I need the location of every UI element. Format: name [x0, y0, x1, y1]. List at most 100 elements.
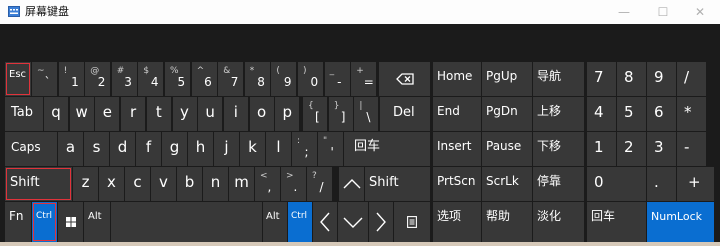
up-arrow-key[interactable]: [339, 167, 364, 201]
key-row4-symbol-0[interactable]: <,: [255, 167, 280, 201]
esc-key[interactable]: Esc: [5, 62, 31, 96]
numpad-2-key[interactable]: 2: [617, 132, 646, 166]
right-arrow-key[interactable]: [369, 202, 393, 242]
left-arrow-key[interactable]: [313, 202, 337, 242]
right-alt-key[interactable]: Alt: [263, 202, 287, 242]
numpad-plus-key[interactable]: +: [677, 167, 714, 201]
move-down-key[interactable]: 下移: [533, 132, 584, 166]
key-n[interactable]: n: [203, 167, 228, 201]
dock-key[interactable]: 停靠: [533, 167, 584, 201]
minimize-button[interactable]: —: [604, 0, 644, 24]
right-ctrl-key[interactable]: Ctrl: [288, 202, 312, 242]
tab-key[interactable]: Tab: [5, 97, 43, 131]
left-ctrl-key[interactable]: Ctrl: [32, 202, 57, 242]
close-button[interactable]: ✕: [680, 0, 720, 24]
key-j[interactable]: j: [214, 132, 239, 166]
key-g[interactable]: g: [162, 132, 187, 166]
key-row1-3[interactable]: #3: [111, 62, 137, 96]
key-row1-8[interactable]: * 8: [244, 62, 270, 96]
key-row1-10[interactable]: ) 0: [298, 62, 323, 96]
prtscn-key[interactable]: PrtScn: [433, 167, 481, 201]
left-alt-key[interactable]: Alt: [84, 202, 110, 242]
windows-key[interactable]: [58, 202, 83, 242]
right-shift-key[interactable]: Shift: [365, 167, 430, 201]
key-l[interactable]: l: [266, 132, 291, 166]
numpad-minus-key[interactable]: -: [677, 132, 706, 166]
key-m[interactable]: m: [229, 167, 254, 201]
key-row1-7[interactable]: & 7: [218, 62, 244, 96]
del-key[interactable]: Del: [380, 97, 430, 131]
caps-key[interactable]: Caps: [5, 132, 57, 166]
move-up-key[interactable]: 上移: [533, 97, 584, 131]
key-h[interactable]: h: [188, 132, 213, 166]
key-y[interactable]: y: [172, 97, 197, 131]
context-menu-key[interactable]: [394, 202, 430, 242]
nav-key[interactable]: 导航: [533, 62, 584, 96]
key-row1-4[interactable]: $4: [138, 62, 164, 96]
key-r[interactable]: r: [121, 97, 146, 131]
key-row2-symbol-1[interactable]: }]: [328, 97, 353, 131]
pgup-key[interactable]: PgUp: [482, 62, 532, 96]
title-bar[interactable]: 屏幕键盘 — ☐ ✕: [0, 0, 720, 24]
key-a[interactable]: a: [58, 132, 83, 166]
key-row4-symbol-2[interactable]: ? /: [307, 167, 332, 201]
key-row4-symbol-1[interactable]: >.: [281, 167, 306, 201]
key-k[interactable]: k: [240, 132, 265, 166]
numpad-4-key[interactable]: 4: [587, 97, 616, 131]
scrlk-key[interactable]: ScrLk: [482, 167, 532, 201]
numpad-1-key[interactable]: 1: [587, 132, 616, 166]
insert-key[interactable]: Insert: [433, 132, 481, 166]
home-key[interactable]: Home: [433, 62, 481, 96]
numlock-key[interactable]: NumLock: [647, 202, 714, 242]
key-x[interactable]: x: [99, 167, 124, 201]
pgdn-key[interactable]: PgDn: [482, 97, 532, 131]
key-row3-symbol-1[interactable]: " ': [318, 132, 343, 166]
key-row1-12[interactable]: + =: [351, 62, 377, 96]
down-arrow-key[interactable]: [338, 202, 368, 242]
maximize-button[interactable]: ☐: [643, 0, 683, 24]
key-z[interactable]: z: [73, 167, 98, 201]
key-row2-symbol-0[interactable]: {[: [303, 97, 327, 131]
key-row1-9[interactable]: (9: [271, 62, 297, 96]
pause-key[interactable]: Pause: [482, 132, 532, 166]
numpad-6-key[interactable]: 6: [647, 97, 676, 131]
key-b[interactable]: b: [177, 167, 202, 201]
key-row1-1[interactable]: ! 1: [58, 62, 84, 96]
key-row1-11[interactable]: _ -: [324, 62, 350, 96]
numpad-3-key[interactable]: 3: [647, 132, 676, 166]
options-key[interactable]: 选项: [433, 202, 481, 242]
numpad-multiply-key[interactable]: *: [677, 97, 706, 131]
numpad-8-key[interactable]: 8: [617, 62, 646, 96]
left-shift-key[interactable]: Shift: [5, 167, 72, 201]
key-c[interactable]: c: [125, 167, 150, 201]
key-s[interactable]: s: [84, 132, 109, 166]
backspace-key[interactable]: [379, 62, 430, 96]
numpad-9-key[interactable]: 9: [647, 62, 676, 96]
key-u[interactable]: u: [198, 97, 223, 131]
key-d[interactable]: d: [110, 132, 135, 166]
key-e[interactable]: e: [95, 97, 120, 131]
help-key[interactable]: 帮助: [482, 202, 532, 242]
key-f[interactable]: f: [136, 132, 161, 166]
key-row3-symbol-0[interactable]: :;: [292, 132, 317, 166]
numpad-7-key[interactable]: 7: [587, 62, 616, 96]
numpad-decimal-key[interactable]: .: [647, 167, 676, 201]
key-row1-0[interactable]: ~ `: [32, 62, 57, 96]
numpad-enter-key[interactable]: 回车: [587, 202, 646, 242]
key-row1-2[interactable]: @2: [85, 62, 111, 96]
fade-key[interactable]: 淡化: [533, 202, 584, 242]
key-i[interactable]: i: [223, 97, 248, 131]
key-row1-5[interactable]: % 5: [165, 62, 190, 96]
numpad-divide-key[interactable]: /: [677, 62, 706, 96]
key-q[interactable]: q: [44, 97, 68, 131]
end-key[interactable]: End: [433, 97, 481, 131]
enter-key[interactable]: 回车: [344, 132, 430, 166]
key-p[interactable]: p: [275, 97, 300, 131]
numpad-5-key[interactable]: 5: [617, 97, 646, 131]
key-o[interactable]: o: [249, 97, 274, 131]
key-row2-symbol-2[interactable]: | \: [354, 97, 379, 131]
spacebar-key[interactable]: [111, 202, 262, 242]
key-row1-6[interactable]: ^ 6: [191, 62, 217, 96]
key-v[interactable]: v: [151, 167, 176, 201]
fn-key[interactable]: Fn: [5, 202, 31, 242]
